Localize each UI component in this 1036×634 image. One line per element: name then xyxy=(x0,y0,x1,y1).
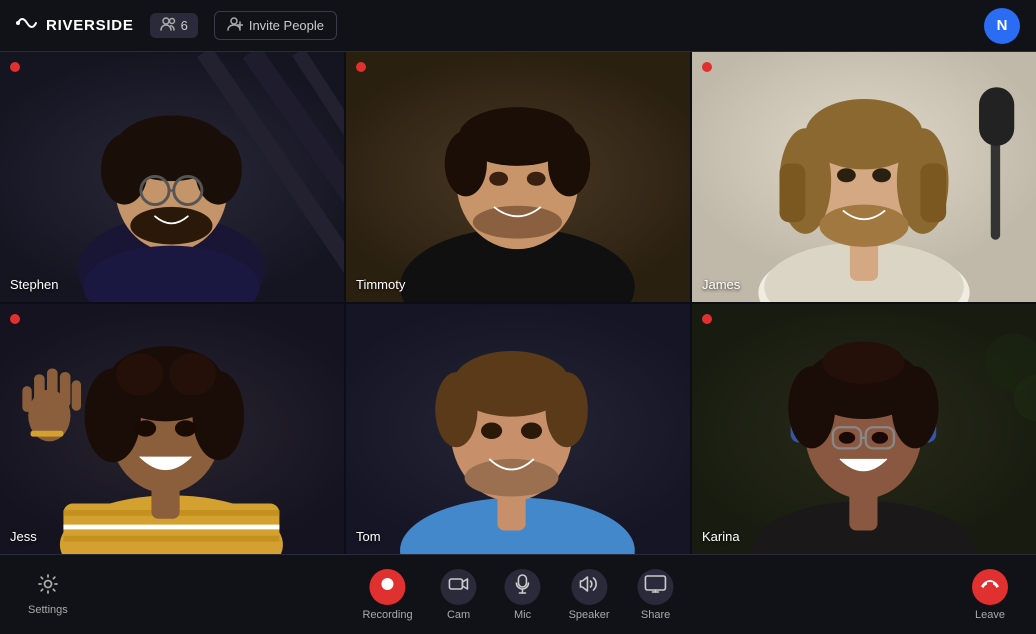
phone-end-icon xyxy=(980,578,1000,595)
recording-label: Recording xyxy=(362,609,412,621)
settings-label: Settings xyxy=(28,604,68,616)
video-feed-tom xyxy=(346,304,690,554)
cam-icon-bg xyxy=(441,569,477,605)
participants-number: 6 xyxy=(181,18,188,33)
share-label: Share xyxy=(641,609,670,621)
people-icon xyxy=(160,17,176,34)
leave-icon-bg xyxy=(972,569,1008,605)
share-button[interactable]: Share xyxy=(628,563,684,627)
microphone-icon xyxy=(515,574,531,599)
participant-tile-stephen: Stephen xyxy=(0,52,344,302)
toolbar-center: Recording Cam xyxy=(352,563,683,627)
speaker-button[interactable]: Speaker xyxy=(559,563,620,627)
participant-tile-james: James xyxy=(692,52,1036,302)
toolbar: Settings Recording xyxy=(0,554,1036,634)
participant-tile-tom: Tom xyxy=(346,304,690,554)
invite-people-button[interactable]: Invite People xyxy=(214,11,337,40)
logo: RIVERSIDE xyxy=(16,13,134,38)
person-add-icon xyxy=(227,17,243,34)
recording-indicator-timmoty xyxy=(356,62,366,72)
participant-name-timmoty: Timmoty xyxy=(356,277,405,292)
participant-name-tom: Tom xyxy=(356,529,381,544)
recording-button[interactable]: Recording xyxy=(352,563,422,627)
mic-button[interactable]: Mic xyxy=(495,563,551,627)
video-feed-karina xyxy=(692,304,1036,554)
record-icon-bg xyxy=(370,569,406,605)
recording-indicator-jess xyxy=(10,314,20,324)
speaker-icon xyxy=(579,575,599,598)
record-dot-icon xyxy=(379,575,397,598)
gear-icon xyxy=(37,573,59,600)
video-grid: Stephen xyxy=(0,52,1036,554)
video-feed-jess xyxy=(0,304,344,554)
recording-indicator-karina xyxy=(702,314,712,324)
participant-tile-timmoty: Timmoty xyxy=(346,52,690,302)
mic-label: Mic xyxy=(514,609,531,621)
camera-icon xyxy=(449,576,469,597)
speaker-icon-bg xyxy=(571,569,607,605)
share-screen-icon xyxy=(645,575,667,598)
logo-text: RIVERSIDE xyxy=(46,17,134,34)
settings-button[interactable]: Settings xyxy=(20,567,76,622)
share-icon-bg xyxy=(638,569,674,605)
cam-button[interactable]: Cam xyxy=(431,563,487,627)
cam-label: Cam xyxy=(447,609,470,621)
participant-tile-jess: Jess xyxy=(0,304,344,554)
header-right: N xyxy=(984,8,1020,44)
participant-name-stephen: Stephen xyxy=(10,277,58,292)
speaker-label: Speaker xyxy=(569,609,610,621)
participant-name-karina: Karina xyxy=(702,529,740,544)
video-feed-stephen xyxy=(0,52,344,302)
video-feed-james xyxy=(692,52,1036,302)
header: RIVERSIDE 6 In xyxy=(0,0,1036,52)
participant-tile-karina: Karina xyxy=(692,304,1036,554)
invite-people-label: Invite People xyxy=(249,18,324,33)
user-avatar[interactable]: N xyxy=(984,8,1020,44)
leave-button[interactable]: Leave xyxy=(964,563,1016,627)
participants-count[interactable]: 6 xyxy=(150,13,198,38)
header-left: RIVERSIDE 6 In xyxy=(16,11,337,40)
mic-icon-bg xyxy=(505,569,541,605)
participant-name-james: James xyxy=(702,277,740,292)
logo-icon xyxy=(16,13,38,38)
leave-label: Leave xyxy=(975,609,1005,621)
video-feed-timmoty xyxy=(346,52,690,302)
participant-name-jess: Jess xyxy=(10,529,37,544)
recording-indicator-james xyxy=(702,62,712,72)
recording-indicator-stephen xyxy=(10,62,20,72)
